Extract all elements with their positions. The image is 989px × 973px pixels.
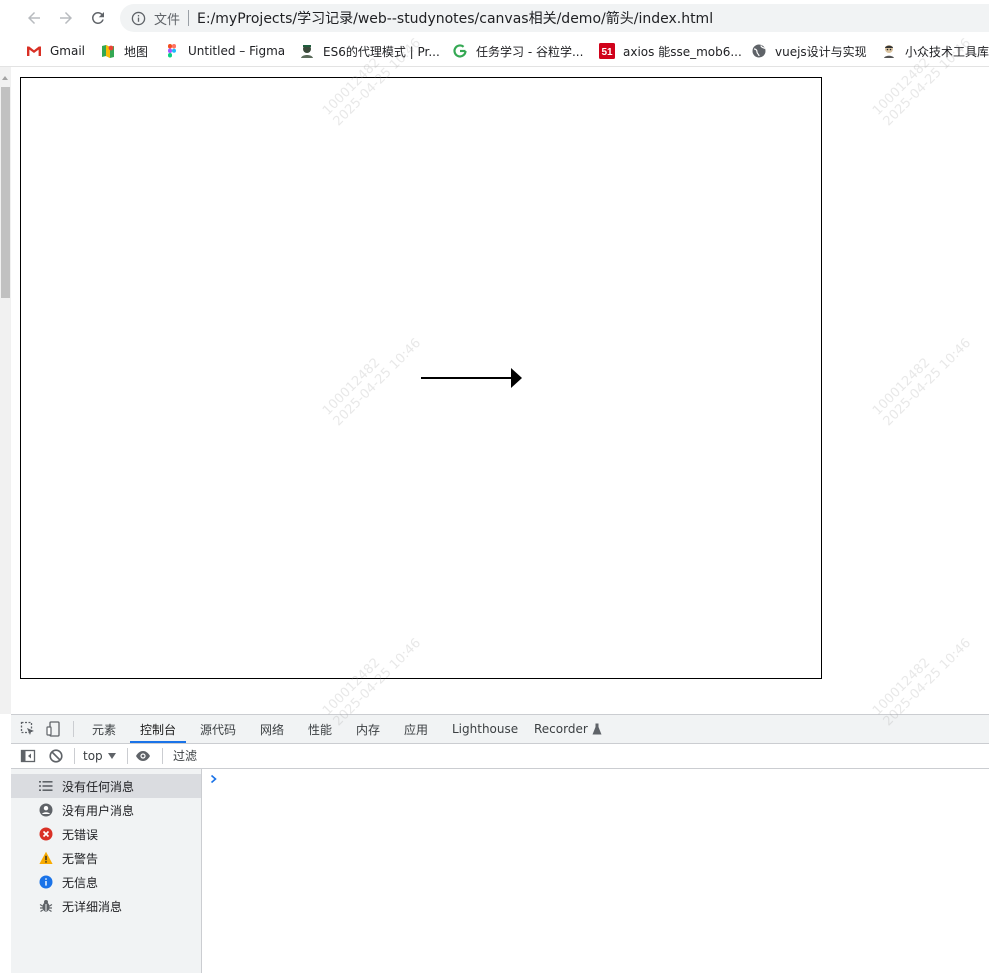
arrow-right-icon — [60, 12, 72, 24]
toolbar-divider — [73, 721, 74, 737]
omnibox[interactable]: 文件 E:/myProjects/学习记录/web--studynotes/ca… — [120, 4, 989, 32]
avatar-icon — [299, 43, 315, 59]
eye-icon — [136, 751, 150, 761]
caret-down-icon — [107, 753, 116, 759]
tab-application[interactable]: 应用 — [404, 715, 428, 743]
chevron-right-icon — [210, 774, 217, 784]
canvas-element — [20, 77, 822, 679]
arrow-left-icon — [28, 12, 40, 24]
bookmarks-bar: Gmail 地图 Untitled – Figma ES6的代理模式 | Pr.… — [0, 36, 989, 67]
tab-recorder[interactable]: Recorder — [534, 715, 602, 743]
sidebar-item-all-messages[interactable]: 没有任何消息 — [11, 774, 201, 798]
tab-lighthouse[interactable]: Lighthouse — [452, 715, 518, 743]
bookmark-axios[interactable]: 51 axios 能sse_mob6... — [599, 41, 742, 61]
warning-icon — [38, 850, 54, 866]
svg-text:51: 51 — [601, 47, 613, 58]
list-icon — [38, 778, 54, 794]
error-icon — [38, 826, 54, 842]
sidebar-item-errors[interactable]: 无错误 — [11, 822, 201, 846]
inspect-element-button[interactable] — [19, 720, 37, 738]
sidebar-toggle-button[interactable] — [19, 747, 37, 765]
bookmark-figma[interactable]: Untitled – Figma — [164, 41, 285, 61]
devtools-panel: 元素 控制台 源代码 网络 性能 内存 应用 Lighthouse Record… — [11, 714, 989, 973]
tab-network[interactable]: 网络 — [260, 715, 284, 743]
gmail-icon — [26, 43, 42, 59]
flask-icon — [592, 723, 602, 735]
toolbar-divider — [162, 748, 163, 764]
address-bar-row: 文件 E:/myProjects/学习记录/web--studynotes/ca… — [0, 0, 989, 36]
bookmark-es6[interactable]: ES6的代理模式 | Pr... — [299, 41, 440, 61]
info-icon — [38, 874, 54, 890]
console-toolbar: top — [11, 744, 989, 769]
sidebar-toggle-icon — [20, 749, 36, 763]
url-scheme-label: 文件 — [154, 12, 181, 28]
scrollbar-thumb[interactable] — [1, 87, 10, 298]
url-text[interactable]: E:/myProjects/学习记录/web--studynotes/canva… — [197, 8, 713, 28]
bookmark-guli[interactable]: 任务学习 - 谷粒学... — [452, 41, 583, 61]
user-icon — [38, 802, 54, 818]
canvas-drawing — [421, 368, 522, 388]
page-scrollbar[interactable] — [0, 67, 11, 714]
tab-console[interactable]: 控制台 — [129, 715, 187, 743]
bookmark-tools[interactable]: 小众技术工具库 — [881, 41, 989, 61]
back-button[interactable] — [22, 6, 46, 30]
clear-console-button[interactable] — [47, 747, 65, 765]
sidebar-item-user-messages[interactable]: 没有用户消息 — [11, 798, 201, 822]
bug-icon — [38, 898, 54, 914]
bookmark-gmail[interactable]: Gmail — [26, 41, 85, 61]
reload-icon — [91, 11, 104, 24]
g-logo-icon — [452, 43, 468, 59]
filter-input[interactable] — [171, 747, 475, 765]
arrow-head — [511, 368, 522, 388]
cursor-icon — [20, 721, 34, 735]
tab-performance[interactable]: 性能 — [308, 715, 332, 743]
sidebar-item-verbose[interactable]: 无详细消息 — [11, 894, 201, 918]
figma-icon — [164, 43, 180, 59]
page-viewport — [0, 67, 989, 714]
forward-button[interactable] — [54, 6, 78, 30]
console-sidebar: 没有任何消息 没有用户消息 无错误 无警告 无信息 无详细消息 — [11, 769, 202, 973]
reload-button[interactable] — [86, 6, 110, 30]
tab-sources[interactable]: 源代码 — [200, 715, 236, 743]
toolbar-divider — [127, 748, 128, 764]
maps-icon — [100, 43, 116, 59]
bookmark-vuejs[interactable]: vuejs设计与实现 — [751, 41, 867, 61]
avatar-icon — [881, 43, 897, 59]
toolbar-divider — [74, 748, 75, 764]
device-toolbar-button[interactable] — [45, 720, 63, 738]
devtools-tabbar: 元素 控制台 源代码 网络 性能 内存 应用 Lighthouse Record… — [11, 715, 989, 744]
globe-icon — [751, 43, 767, 59]
sidebar-item-info[interactable]: 无信息 — [11, 870, 201, 894]
console-output[interactable] — [202, 769, 989, 973]
tab-elements[interactable]: 元素 — [92, 715, 116, 743]
omnibox-divider — [188, 10, 190, 26]
tab-memory[interactable]: 内存 — [356, 715, 380, 743]
scroll-up-icon[interactable] — [2, 76, 8, 80]
51cto-icon: 51 — [599, 43, 615, 59]
info-icon[interactable] — [130, 10, 146, 26]
bookmark-maps[interactable]: 地图 — [100, 41, 148, 61]
live-expression-button[interactable] — [134, 747, 152, 765]
context-selector[interactable]: top — [83, 747, 116, 765]
block-icon — [49, 749, 63, 763]
sidebar-item-warnings[interactable]: 无警告 — [11, 846, 201, 870]
device-icon — [46, 721, 60, 737]
